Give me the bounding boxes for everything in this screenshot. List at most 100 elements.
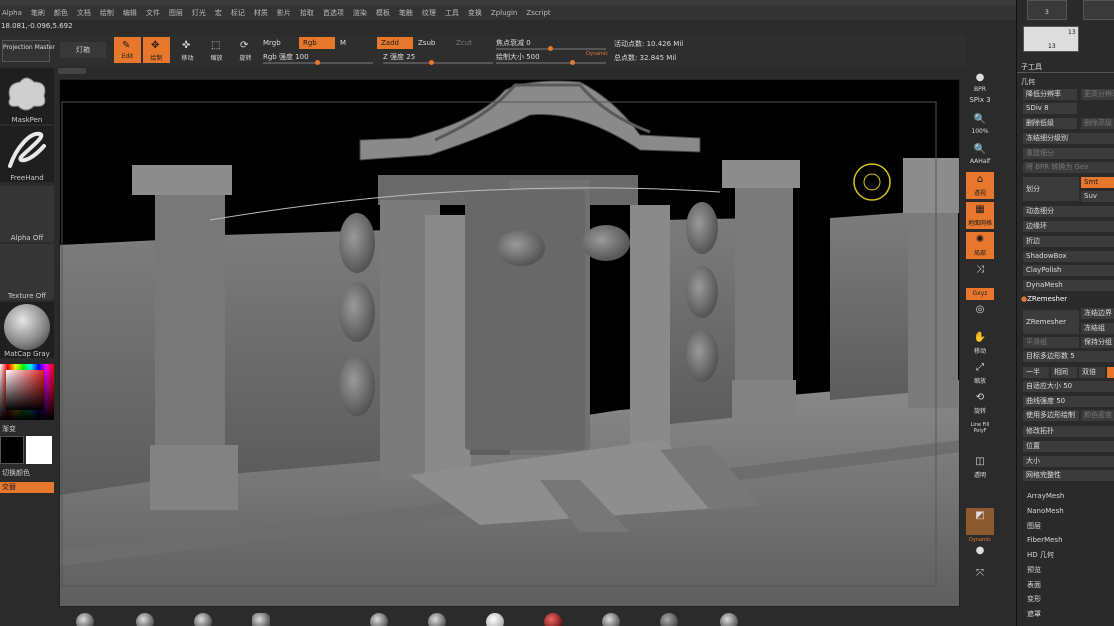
smooth-groups-slider[interactable]: 平滑组 <box>1023 337 1079 348</box>
aahalf-button[interactable]: 🔍 AAHalf <box>966 142 994 169</box>
zcut-button[interactable]: Zcut <box>456 39 472 47</box>
del-higher-button[interactable]: 删除高级 <box>1081 118 1114 129</box>
linefill-button[interactable]: Line Fill PolyF <box>966 422 994 449</box>
move-button[interactable]: ✜ 移动 <box>174 37 201 63</box>
rotate-view-button[interactable]: ⟲ 旋转 <box>966 390 994 417</box>
dynamic-toggle[interactable]: Dynamic <box>586 51 608 57</box>
menu-item[interactable]: 模板 <box>376 6 390 20</box>
tool-thumbnail-2[interactable] <box>1083 0 1114 20</box>
masking-header[interactable]: 遮罩 <box>1027 609 1041 619</box>
modify-topology-header[interactable]: 修改拓扑 <box>1023 426 1114 437</box>
ghost-button[interactable]: ◩ <box>966 508 994 535</box>
menu-item[interactable]: 渲染 <box>353 6 367 20</box>
edit-button[interactable]: ✎ Edit <box>114 37 141 63</box>
rgb-button[interactable]: Rgb <box>299 37 335 49</box>
perspective-button[interactable]: ⌂ 透视 <box>966 172 994 199</box>
texture-slot[interactable]: Texture Off <box>0 244 54 300</box>
subtool-header[interactable]: 子工具 <box>1021 62 1042 72</box>
scale-view-button[interactable]: ⤢ 缩放 <box>966 360 994 387</box>
position-header[interactable]: 位置 <box>1023 441 1114 452</box>
menu-item[interactable]: 编辑 <box>123 6 137 20</box>
material-ball-icon[interactable] <box>76 613 94 626</box>
layers-header[interactable]: 图层 <box>1027 521 1041 531</box>
draw-size-slider[interactable] <box>496 60 606 65</box>
reconstruct-subdiv-button[interactable]: 重建细分 <box>1023 148 1114 159</box>
menu-item[interactable]: 宏 <box>215 6 222 20</box>
secondary-color-swatch[interactable] <box>0 436 24 464</box>
menu-item[interactable]: 拾取 <box>300 6 314 20</box>
material-slot[interactable]: MatCap Gray <box>0 302 54 358</box>
crease-header[interactable]: 折边 <box>1023 236 1114 247</box>
switch-color-button[interactable]: 切换颜色 <box>0 468 54 478</box>
adaptive-size-slider[interactable]: 自适应大小 50 <box>1023 381 1114 392</box>
menu-item[interactable]: Zplugin <box>491 6 517 20</box>
shadowbox-header[interactable]: ShadowBox <box>1023 251 1114 262</box>
del-lower-button[interactable]: 删除低级 <box>1023 118 1077 129</box>
material-ball-icon[interactable] <box>252 613 270 626</box>
mesh-integrity-header[interactable]: 网格完整性 <box>1023 470 1114 481</box>
sdiv-slider[interactable]: SDiv 8 <box>1023 103 1077 114</box>
transparency-button[interactable]: ◫ 透明 <box>966 454 994 481</box>
move-view-button[interactable]: ✋ 移动 <box>966 330 994 357</box>
keep-groups-toggle[interactable]: 保持分组 <box>1081 337 1114 348</box>
smt-toggle[interactable]: Smt <box>1081 177 1114 188</box>
zremesher-header[interactable]: ●ZRemesher <box>1021 295 1067 303</box>
lightbox-button[interactable]: 灯箱 <box>60 42 106 58</box>
tool-thumbnail[interactable]: 3 <box>1027 0 1067 20</box>
menu-item[interactable]: 标记 <box>231 6 245 20</box>
higher-res-button[interactable]: 更高分辨率 <box>1081 89 1114 100</box>
material-ball-icon[interactable] <box>544 613 562 626</box>
focal-shift-slider[interactable] <box>496 46 606 51</box>
claypolish-header[interactable]: ClayPolish <box>1023 265 1114 276</box>
freeze-groups-toggle[interactable]: 冻结组 <box>1081 323 1114 334</box>
menu-item[interactable]: 首选项 <box>323 6 344 20</box>
material-ball-icon[interactable] <box>660 613 678 626</box>
menu-item[interactable]: 变换 <box>468 6 482 20</box>
color-square[interactable] <box>6 370 44 410</box>
use-polypaint-toggle[interactable]: 使用多边形绘制 <box>1023 410 1079 421</box>
menu-item[interactable]: 灯光 <box>192 6 206 20</box>
color-density-slider[interactable]: 颜色密度 <box>1081 410 1114 421</box>
dynamesh-header[interactable]: DynaMesh <box>1023 280 1114 291</box>
surface-header[interactable]: 表面 <box>1027 580 1041 590</box>
slider-knob[interactable] <box>315 60 320 65</box>
menu-item[interactable]: 笔触 <box>399 6 413 20</box>
spix-button[interactable]: SPix 3 <box>966 96 994 110</box>
lower-res-button[interactable]: 降低分辨率 <box>1023 89 1077 100</box>
color-picker[interactable] <box>0 364 54 420</box>
menu-item[interactable]: 影片 <box>277 6 291 20</box>
solo-button[interactable]: Dynamic ● <box>966 536 994 563</box>
slider-knob[interactable] <box>429 60 434 65</box>
local-button[interactable]: ✺ 局部 <box>966 232 994 259</box>
menu-item[interactable]: 工具 <box>445 6 459 20</box>
freeze-border-toggle[interactable]: 冻结边界 <box>1081 308 1114 319</box>
edge-loop-header[interactable]: 边缘环 <box>1023 221 1114 232</box>
divide-button[interactable]: 划分 <box>1023 177 1079 201</box>
freeze-subdiv-button[interactable]: 冻结细分级别 <box>1023 133 1114 144</box>
dynamic-subdiv-header[interactable]: 动态细分 <box>1023 206 1114 217</box>
frame-button[interactable]: ◎ <box>966 302 994 329</box>
menu-item[interactable]: 文件 <box>146 6 160 20</box>
draw-button[interactable]: ✥ 绘制 <box>143 37 170 63</box>
menu-item[interactable]: 笔刷 <box>31 6 45 20</box>
same-button[interactable]: 相同 <box>1051 367 1077 378</box>
subtool-thumbnail[interactable]: 13 13 <box>1023 26 1079 52</box>
zadd-button[interactable]: Zadd <box>377 37 413 49</box>
bpr-to-geo-button[interactable]: 将 BPR 转换为 Geo <box>1023 162 1114 173</box>
double-button[interactable]: 双倍 <box>1079 367 1105 378</box>
target-polygons-slider[interactable]: 目标多边形数 5 <box>1023 351 1114 362</box>
material-ball-icon[interactable] <box>136 613 154 626</box>
stroke-slot[interactable]: FreeHand <box>0 126 54 182</box>
alternate-button[interactable]: 交替 <box>0 482 54 493</box>
preview-header[interactable]: 预览 <box>1027 565 1041 575</box>
bpr-button[interactable]: ● BPR <box>966 70 994 97</box>
scale-button[interactable]: ⬚ 缩放 <box>203 37 230 63</box>
m-button[interactable]: M <box>340 39 346 47</box>
menu-item[interactable]: Alpha <box>2 6 22 20</box>
material-ball-icon[interactable] <box>486 613 504 626</box>
nanomesh-header[interactable]: NanoMesh <box>1027 507 1064 515</box>
menu-item[interactable]: 纹理 <box>422 6 436 20</box>
size-header[interactable]: 大小 <box>1023 456 1114 467</box>
material-ball-icon[interactable] <box>602 613 620 626</box>
material-ball-icon[interactable] <box>194 613 212 626</box>
